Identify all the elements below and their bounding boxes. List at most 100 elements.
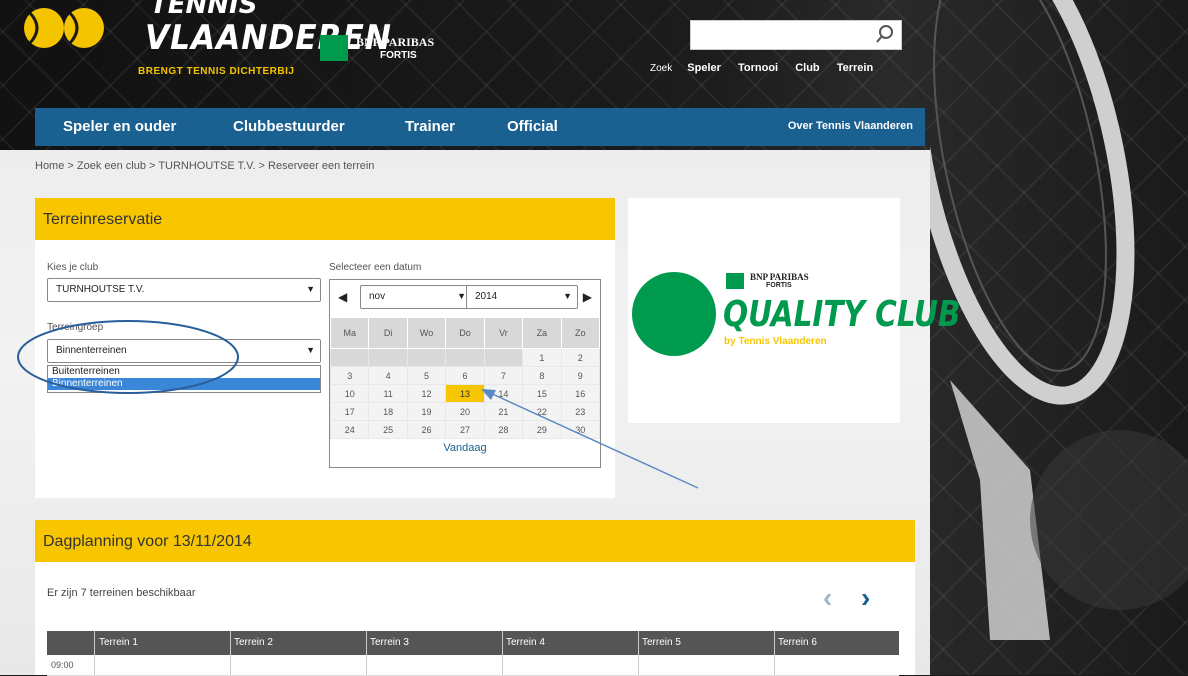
search-icon[interactable] [875, 24, 895, 44]
sponsor-subname: FORTIS [380, 50, 417, 61]
calendar-day-25[interactable]: 25 [368, 420, 408, 439]
schedule-header-row [47, 631, 899, 655]
calendar-day-23[interactable]: 23 [560, 402, 601, 421]
ad-sponsor-name: BNP PARIBAS [750, 272, 809, 282]
schedule-panel: Dagplanning voor 13/11/2014 Er zijn 7 te… [35, 520, 915, 676]
reservation-title: Terreinreservatie [43, 211, 163, 228]
group-option-buitenterreinen[interactable]: Buitenterreinen [48, 366, 320, 378]
calendar-day-5[interactable]: 5 [406, 366, 447, 385]
calendar-day-13[interactable]: 13 [445, 384, 485, 403]
club-select-value: TURNHOUTSE T.V. [56, 284, 145, 295]
calendar-day-14[interactable]: 14 [483, 384, 524, 403]
next-month-icon[interactable]: ▶ [583, 290, 592, 304]
column-header-terrein-5: Terrein 5 [642, 637, 681, 648]
next-courts-icon[interactable]: › [861, 582, 870, 614]
calendar-day-22[interactable]: 22 [522, 402, 562, 421]
prev-month-icon[interactable]: ◀ [338, 290, 347, 304]
calendar-day-29[interactable]: 29 [522, 420, 562, 439]
table-row[interactable] [47, 655, 899, 676]
sponsor-stars-icon [320, 35, 348, 61]
column-divider [94, 631, 95, 675]
top-link-tornooi[interactable]: Tornooi [738, 62, 778, 74]
top-link-terrein[interactable]: Terrein [837, 62, 873, 74]
calendar-day-6[interactable]: 6 [445, 366, 485, 385]
calendar-day-19[interactable]: 19 [406, 402, 447, 421]
calendar-day-7[interactable]: 7 [483, 366, 524, 385]
calendar-day-18[interactable]: 18 [368, 402, 408, 421]
chevron-down-icon: ▼ [563, 291, 572, 301]
nav-item-official[interactable]: Official [507, 118, 558, 135]
main-nav: Speler en ouder Clubbestuurder Trainer O… [35, 108, 925, 146]
calendar-day-9[interactable]: 9 [560, 366, 601, 385]
reservation-panel: Terreinreservatie Kies je club TURNHOUTS… [35, 198, 615, 498]
column-divider [230, 631, 231, 675]
quality-club-ad[interactable]: BNP PARIBAS FORTIS QUALITY CLUB by Tenni… [628, 198, 961, 423]
calendar-day-16[interactable]: 16 [560, 384, 601, 403]
calendar-empty-cell [445, 348, 485, 367]
schedule-title: Dagplanning voor 13/11/2014 [43, 533, 252, 550]
chevron-down-icon: ▼ [457, 291, 466, 301]
calendar-week-row: 3456789 [329, 366, 601, 385]
column-header-terrein-1: Terrein 1 [99, 637, 138, 648]
nav-item-clubbestuurder[interactable]: Clubbestuurder [233, 118, 345, 135]
column-header-terrein-3: Terrein 3 [370, 637, 409, 648]
weekday-header: Wo [406, 317, 447, 349]
group-dropdown-list: Buitenterreinen Binnenterreinen [47, 365, 321, 393]
calendar-day-24[interactable]: 24 [329, 420, 370, 439]
date-calendar: ◀ nov ▼ 2014 ▼ ▶ Ma Di Wo Do Vr Za Zo 12345678… [329, 279, 601, 468]
ad-sponsor-subname: FORTIS [766, 282, 792, 289]
top-link-club[interactable]: Club [795, 62, 819, 74]
calendar-day-21[interactable]: 21 [483, 402, 524, 421]
group-select-value: Binnenterreinen [56, 345, 127, 356]
calendar-day-26[interactable]: 26 [406, 420, 447, 439]
top-link-zoek[interactable]: Zoek [650, 63, 672, 74]
calendar-day-28[interactable]: 28 [483, 420, 524, 439]
weekday-header: Ma [329, 317, 370, 349]
sponsor-stars-icon [726, 273, 744, 289]
calendar-day-20[interactable]: 20 [445, 402, 485, 421]
brand-title: VLAANDEREN [145, 18, 392, 58]
weekday-header: Zo [560, 317, 601, 349]
schedule-header: Dagplanning voor 13/11/2014 [35, 520, 915, 562]
calendar-day-10[interactable]: 10 [329, 384, 370, 403]
year-value: 2014 [475, 291, 498, 302]
nav-item-trainer[interactable]: Trainer [405, 118, 455, 135]
calendar-day-17[interactable]: 17 [329, 402, 370, 421]
group-select[interactable]: Binnenterreinen ▼ [47, 339, 321, 363]
today-button[interactable]: Vandaag [330, 442, 600, 454]
search-input[interactable] [690, 20, 902, 50]
calendar-day-1[interactable]: 1 [522, 348, 562, 367]
quality-club-badge-icon [632, 272, 716, 356]
nav-item-speler-en-ouder[interactable]: Speler en ouder [63, 118, 176, 135]
top-link-speler[interactable]: Speler [687, 62, 721, 74]
calendar-day-15[interactable]: 15 [522, 384, 562, 403]
calendar-day-2[interactable]: 2 [560, 348, 601, 367]
tennis-balls-icon [24, 8, 104, 48]
calendar-empty-cell [483, 348, 524, 367]
calendar-day-4[interactable]: 4 [368, 366, 408, 385]
calendar-day-8[interactable]: 8 [522, 366, 562, 385]
chevron-down-icon: ▼ [306, 345, 315, 355]
calendar-grid: Ma Di Wo Do Vr Za Zo 1 2 3 4 5 6 7 8 9 10 11 12 13 14 15 16 17… [329, 317, 601, 439]
calendar-day-3[interactable]: 3 [329, 366, 370, 385]
calendar-day-11[interactable]: 11 [368, 384, 408, 403]
group-option-binnenterreinen[interactable]: Binnenterreinen [48, 378, 320, 390]
calendar-day-12[interactable]: 12 [406, 384, 447, 403]
breadcrumb[interactable]: Home > Zoek een club > TURNHOUTSE T.V. >… [35, 160, 374, 172]
chevron-down-icon: ▼ [306, 284, 315, 294]
date-label: Selecteer een datum [329, 262, 422, 273]
reservation-header: Terreinreservatie [35, 198, 615, 240]
sponsor-name: BNP PARIBAS [356, 35, 435, 49]
year-select[interactable]: 2014 ▼ [466, 285, 578, 309]
club-label: Kies je club [47, 262, 99, 273]
calendar-day-27[interactable]: 27 [445, 420, 485, 439]
top-links: Zoek Speler Tornooi Club Terrein [650, 62, 887, 74]
month-select[interactable]: nov ▼ [360, 285, 472, 309]
nav-item-over-tennis-vlaanderen[interactable]: Over Tennis Vlaanderen [788, 120, 913, 132]
racket-image [930, 0, 1188, 640]
column-header-terrein-6: Terrein 6 [778, 637, 817, 648]
calendar-day-30[interactable]: 30 [560, 420, 601, 439]
club-select[interactable]: TURNHOUTSE T.V. ▼ [47, 278, 321, 302]
column-divider [366, 631, 367, 675]
prev-courts-icon[interactable]: ‹ [823, 582, 832, 614]
